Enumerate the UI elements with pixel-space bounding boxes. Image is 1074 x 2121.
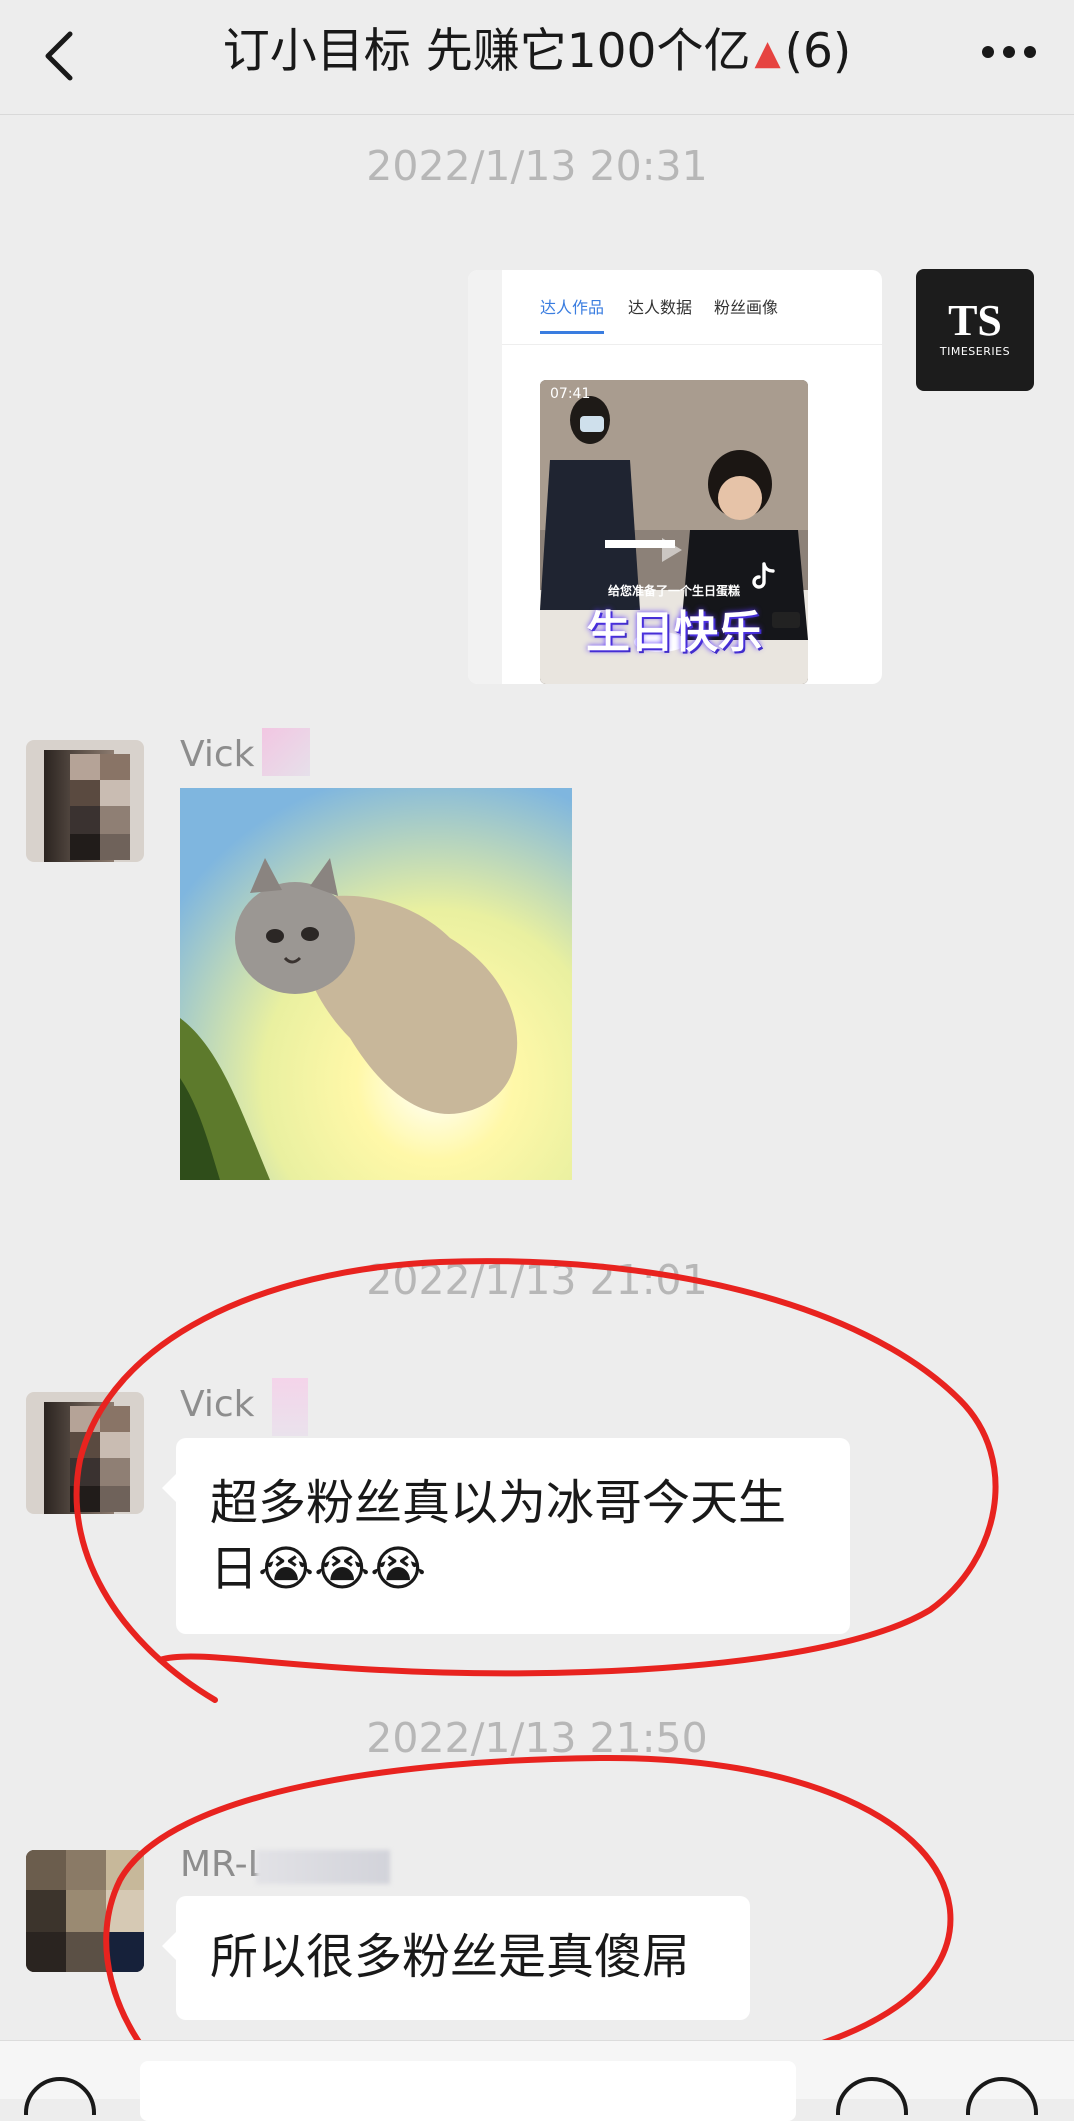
message-input[interactable] [140,2061,796,2121]
plus-icon[interactable] [964,2075,1040,2115]
input-bar [0,2040,1074,2121]
annotation-circle [73,1258,999,1703]
voice-icon[interactable] [22,2075,98,2115]
emoji-icon[interactable] [834,2075,910,2115]
annotation-overlay [73,1258,999,2088]
annotation-circle [103,1754,954,2088]
